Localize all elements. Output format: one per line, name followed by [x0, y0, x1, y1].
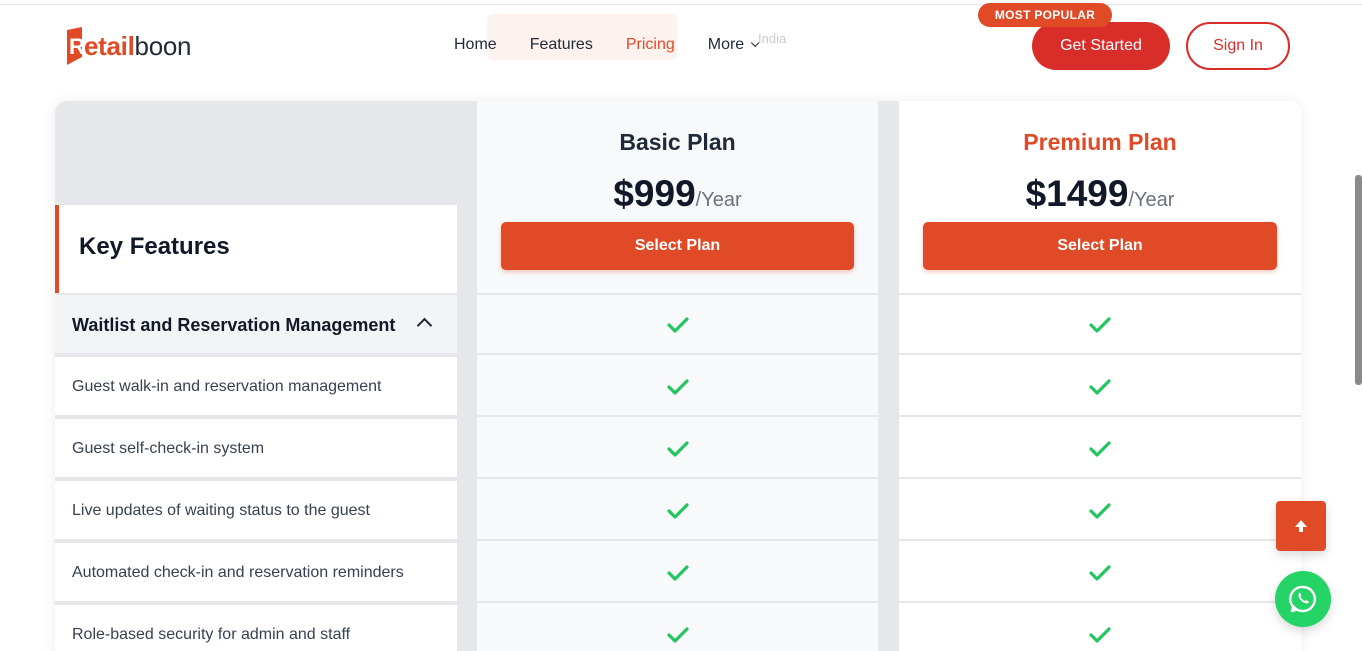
- table-row: Automated check-in and reservation remin…: [55, 543, 1301, 605]
- table-row: Live updates of waiting status to the gu…: [55, 481, 1301, 543]
- get-started-button[interactable]: Get Started: [1032, 22, 1170, 70]
- logo-etail: etail: [84, 31, 135, 61]
- feature-cell: Live updates of waiting status to the gu…: [55, 481, 457, 541]
- key-features-header: Key Features: [55, 205, 457, 293]
- table-row: Guest walk-in and reservation management: [55, 357, 1301, 419]
- basic-plan-name: Basic Plan: [619, 129, 736, 155]
- check-icon: [667, 503, 689, 519]
- logo-mark-icon: R: [66, 27, 84, 65]
- basic-price-amount: $999: [613, 173, 696, 214]
- premium-price-period: /Year: [1128, 189, 1175, 211]
- category-premium-cell: [899, 295, 1301, 355]
- sign-in-button[interactable]: Sign In: [1186, 22, 1290, 70]
- check-icon: [1089, 627, 1111, 643]
- nav-pricing[interactable]: Pricing: [626, 36, 675, 54]
- premium-select-plan-button[interactable]: Select Plan: [923, 222, 1277, 270]
- premium-cell: [899, 481, 1301, 541]
- feature-label: Guest self-check-in system: [72, 440, 265, 457]
- scroll-to-top-button[interactable]: [1276, 501, 1326, 551]
- feature-cell: Automated check-in and reservation remin…: [55, 543, 457, 603]
- check-icon: [1089, 565, 1111, 581]
- feature-cell: Guest walk-in and reservation management: [55, 357, 457, 417]
- table-row: Role-based security for admin and staff: [55, 605, 1301, 651]
- retailboon-logo[interactable]: R etailboon: [66, 26, 191, 66]
- feature-cell: Guest self-check-in system: [55, 419, 457, 479]
- feature-label: Live updates of waiting status to the gu…: [72, 502, 370, 519]
- check-icon: [667, 379, 689, 395]
- feature-cell: Role-based security for admin and staff: [55, 605, 457, 651]
- table-row: Guest self-check-in system: [55, 419, 1301, 481]
- check-icon: [1089, 317, 1111, 333]
- arrow-up-icon: [1295, 520, 1307, 532]
- whatsapp-chat-button[interactable]: [1275, 571, 1331, 627]
- category-row[interactable]: Waitlist and Reservation Management: [55, 295, 1301, 357]
- logo-wordmark: etailboon: [84, 27, 191, 65]
- nav-more-label: More: [707, 36, 745, 53]
- pricing-table: Basic Plan $999/Year Select Plan Premium…: [55, 101, 1301, 651]
- premium-cell: [899, 543, 1301, 603]
- check-icon: [667, 627, 689, 643]
- check-icon: [667, 441, 689, 457]
- chevron-up-icon[interactable]: [416, 317, 433, 334]
- basic-price-period: /Year: [695, 189, 742, 211]
- premium-plan-price: $1499/Year: [899, 173, 1301, 215]
- most-popular-badge: MOST POPULAR: [978, 3, 1112, 27]
- category-basic-cell: [477, 295, 878, 355]
- basic-plan-price: $999/Year: [477, 173, 878, 215]
- main-nav: Home Features Pricing More: [454, 36, 760, 54]
- key-features-title: Key Features: [79, 233, 230, 260]
- check-icon: [1089, 379, 1111, 395]
- nav-more-dropdown[interactable]: More: [707, 36, 760, 54]
- site-header: R etailboon India Home Features Pricing …: [0, 6, 1362, 86]
- logo-letter: R: [69, 34, 84, 59]
- premium-cell: [899, 357, 1301, 417]
- feature-label: Role-based security for admin and staff: [72, 626, 351, 643]
- logo-boon: boon: [134, 31, 192, 61]
- basic-cell: [477, 605, 878, 651]
- feature-label: Guest walk-in and reservation management: [72, 378, 382, 395]
- basic-cell: [477, 419, 878, 479]
- nav-features[interactable]: Features: [530, 36, 593, 54]
- premium-price-amount: $1499: [1025, 173, 1129, 214]
- basic-cell: [477, 543, 878, 603]
- whatsapp-icon: [1289, 585, 1317, 613]
- category-label: Waitlist and Reservation Management: [72, 315, 396, 335]
- check-icon: [1089, 503, 1111, 519]
- category-cell: Waitlist and Reservation Management: [55, 295, 457, 355]
- basic-cell: [477, 481, 878, 541]
- feature-label: Automated check-in and reservation remin…: [72, 564, 404, 581]
- basic-select-plan-button[interactable]: Select Plan: [501, 222, 854, 270]
- check-icon: [667, 317, 689, 333]
- page-scrollbar[interactable]: [1355, 175, 1362, 385]
- overlay-ghost-text: India: [758, 31, 787, 46]
- nav-home[interactable]: Home: [454, 36, 497, 54]
- premium-plan-name: Premium Plan: [1023, 129, 1177, 155]
- top-divider: [0, 0, 1362, 5]
- check-icon: [667, 565, 689, 581]
- check-icon: [1089, 441, 1111, 457]
- premium-cell: [899, 419, 1301, 479]
- basic-cell: [477, 357, 878, 417]
- premium-cell: [899, 605, 1301, 651]
